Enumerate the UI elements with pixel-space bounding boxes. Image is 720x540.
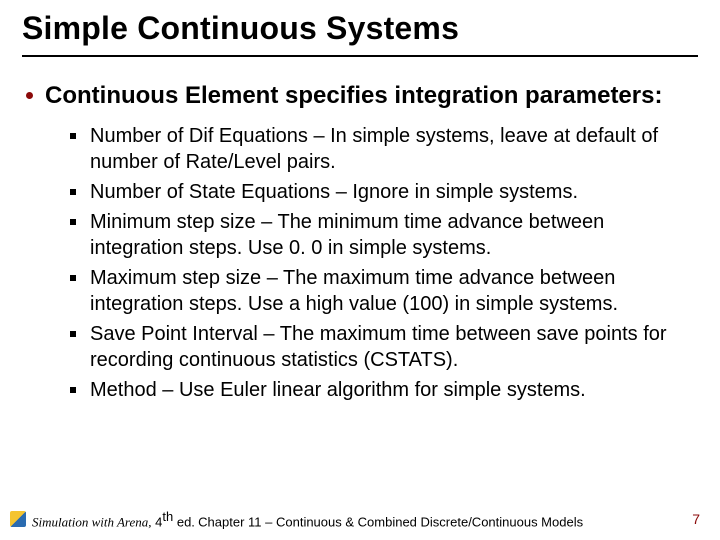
square-bullet-icon (70, 387, 76, 393)
title-divider (22, 55, 698, 57)
bullet-level1: Continuous Element specifies integration… (26, 81, 698, 111)
square-bullet-icon (70, 189, 76, 195)
square-bullet-icon (70, 331, 76, 337)
footer-chapter: Chapter 11 – Continuous & Combined Discr… (198, 514, 583, 529)
slide-title: Simple Continuous Systems (22, 10, 698, 47)
list-item: Method – Use Euler linear algorithm for … (70, 377, 698, 403)
bullet-level1-text: Continuous Element specifies integration… (45, 81, 662, 111)
list-item: Number of Dif Equations – In simple syst… (70, 123, 698, 175)
page-number: 7 (692, 511, 700, 527)
list-item: Number of State Equations – Ignore in si… (70, 179, 698, 205)
book-cover-icon (10, 511, 26, 527)
list-item-text: Number of State Equations – Ignore in si… (90, 179, 578, 205)
list-item-text: Minimum step size – The minimum time adv… (90, 209, 698, 261)
footer-text: Simulation with Arena, 4th ed. Chapter 1… (32, 509, 692, 530)
sub-bullet-list: Number of Dif Equations – In simple syst… (70, 123, 698, 403)
list-item-text: Number of Dif Equations – In simple syst… (90, 123, 698, 175)
square-bullet-icon (70, 275, 76, 281)
list-item-text: Method – Use Euler linear algorithm for … (90, 377, 586, 403)
square-bullet-icon (70, 219, 76, 225)
bullet-dot-icon (26, 92, 33, 99)
footer-edition-pre: 4 (152, 514, 163, 529)
list-item-text: Save Point Interval – The maximum time b… (90, 321, 698, 373)
footer-book-title: Simulation with Arena, (32, 514, 152, 529)
slide-footer: Simulation with Arena, 4th ed. Chapter 1… (0, 509, 720, 530)
list-item: Save Point Interval – The maximum time b… (70, 321, 698, 373)
slide: Simple Continuous Systems Continuous Ele… (0, 0, 720, 540)
footer-edition-post: ed. (173, 514, 195, 529)
footer-edition-sup: th (162, 509, 173, 524)
list-item: Minimum step size – The minimum time adv… (70, 209, 698, 261)
list-item: Maximum step size – The maximum time adv… (70, 265, 698, 317)
square-bullet-icon (70, 133, 76, 139)
list-item-text: Maximum step size – The maximum time adv… (90, 265, 698, 317)
